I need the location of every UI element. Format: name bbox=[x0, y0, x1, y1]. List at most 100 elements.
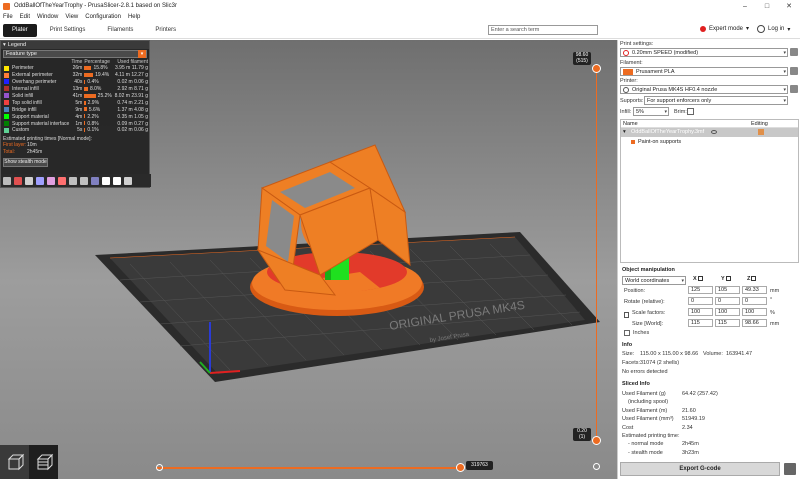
infill-combo[interactable]: 5% ▾ bbox=[633, 107, 669, 116]
size-z-input[interactable]: 98.66 bbox=[742, 319, 767, 327]
rotate-x-input[interactable]: 0 bbox=[688, 297, 713, 305]
moves-slider-thumb[interactable] bbox=[456, 463, 465, 472]
position-x-input[interactable]: 125 bbox=[688, 286, 713, 294]
menu-view[interactable]: View bbox=[65, 14, 78, 20]
legend-percentage: 25.2% bbox=[97, 93, 112, 99]
scale-z-input[interactable]: 100 bbox=[742, 308, 767, 316]
lock-icon[interactable] bbox=[624, 312, 629, 318]
menu-edit[interactable]: Edit bbox=[20, 14, 30, 20]
wipe-icon[interactable] bbox=[14, 176, 22, 185]
position-z-input[interactable]: 49.33 bbox=[742, 286, 767, 294]
layer-slider-top-thumb[interactable] bbox=[592, 64, 601, 73]
legend-row[interactable]: Solid infill 41m 25.2% 8.02 m 23.91 g bbox=[3, 93, 149, 100]
edit-filament-icon[interactable] bbox=[790, 67, 798, 75]
tab-printers[interactable]: Printers bbox=[146, 24, 185, 37]
3d-view-button[interactable] bbox=[0, 445, 29, 479]
legend-row[interactable]: Perimeter 26m 15.8% 3.95 m 11.79 g bbox=[3, 65, 149, 72]
print-settings-combo[interactable]: 0.20mm SPEED (modified) ▾ bbox=[620, 48, 788, 57]
mode-selector[interactable]: Expert mode ▾ bbox=[700, 25, 749, 32]
legend-row[interactable]: Overhang perimeter 40s 0.4% 0.02 m 0.06 g bbox=[3, 79, 149, 86]
3d-viewport[interactable]: ORIGINAL PRUSA MK4S by Josef Prusa ▾ Leg… bbox=[0, 40, 617, 479]
legend-row[interactable]: Custom 5s 0.1% 0.02 m 0.06 g bbox=[3, 127, 149, 134]
legend-percentage: 2.2% bbox=[87, 113, 99, 120]
menu-configuration[interactable]: Configuration bbox=[85, 14, 121, 20]
size-x-input[interactable]: 115 bbox=[688, 319, 713, 327]
maximize-icon[interactable]: □ bbox=[756, 0, 778, 12]
scale-x-input[interactable]: 100 bbox=[688, 308, 713, 316]
axis-y-header: Y bbox=[721, 276, 731, 282]
object-row[interactable]: ▾ OddBallOfTheYearTrophy.3mf bbox=[621, 128, 798, 137]
inches-checkbox[interactable] bbox=[624, 330, 630, 336]
legend-percentage: 2.9% bbox=[87, 99, 100, 106]
menu-file[interactable]: File bbox=[3, 14, 13, 20]
rotate-z-input[interactable]: 0 bbox=[742, 297, 767, 305]
legend-row[interactable]: Top solid infill 5m 2.9% 0.74 m 2.21 g bbox=[3, 99, 149, 106]
login-button[interactable]: Log in ▾ bbox=[757, 25, 790, 33]
sliced-info-value: 3h23m bbox=[682, 449, 699, 456]
travel-icon[interactable] bbox=[3, 176, 11, 185]
legend-swatch bbox=[4, 65, 9, 71]
retractions-icon[interactable] bbox=[25, 176, 33, 185]
layer-slider-track[interactable] bbox=[596, 68, 597, 436]
menu-help[interactable]: Help bbox=[128, 14, 140, 20]
edit-icon[interactable] bbox=[758, 129, 764, 135]
legend-row[interactable]: External perimeter 32m 19.4% 4.11 m 12.27 g bbox=[3, 72, 149, 79]
legend-header[interactable]: ▾ Legend bbox=[1, 41, 149, 49]
col-name: Name bbox=[623, 121, 638, 127]
pause-prints-icon[interactable] bbox=[80, 176, 88, 185]
settings-cog-icon[interactable] bbox=[593, 463, 600, 470]
menu-window[interactable]: Window bbox=[37, 14, 58, 20]
moves-slider-settings-icon[interactable] bbox=[156, 464, 163, 471]
close-icon[interactable]: ✕ bbox=[778, 0, 800, 12]
tab-print-settings[interactable]: Print Settings bbox=[41, 24, 95, 37]
show-stealth-mode-button[interactable]: Show stealth mode bbox=[3, 157, 48, 167]
layer-slider-bottom-label: 0.20 (1) bbox=[573, 428, 591, 441]
edit-printer-icon[interactable] bbox=[790, 85, 798, 93]
export-gcode-button[interactable]: Export G-code bbox=[620, 462, 780, 476]
legend-row[interactable]: Support material 4m 2.2% 0.35 m 1.05 g bbox=[3, 113, 149, 120]
moves-slider-track[interactable] bbox=[156, 467, 460, 469]
coordinates-combo[interactable]: World coordinates ▾ bbox=[622, 276, 686, 285]
tool-marker-icon[interactable] bbox=[124, 176, 132, 185]
legend-weight: 0.27 g bbox=[134, 120, 148, 127]
search-input[interactable]: Enter a search term bbox=[488, 25, 598, 35]
color-changes-icon[interactable] bbox=[69, 176, 77, 185]
edit-preset-icon[interactable] bbox=[790, 48, 798, 56]
position-y-input[interactable]: 105 bbox=[715, 286, 740, 294]
moves-slider-label: 319763 bbox=[466, 461, 493, 470]
shells-icon[interactable] bbox=[113, 176, 121, 185]
printer-combo[interactable]: Original Prusa MK4S HF0.4 nozzle ▾ bbox=[620, 85, 788, 94]
legend-row[interactable]: Internal infill 13m 8.0% 2.92 m 8.71 g bbox=[3, 86, 149, 93]
tool-changes-icon[interactable] bbox=[58, 176, 66, 185]
supports-combo[interactable]: For support enforcers only ▾ bbox=[644, 96, 788, 105]
legend-time: 9m bbox=[75, 106, 83, 113]
tab-plater[interactable]: Plater bbox=[3, 23, 37, 37]
sliced-info-value: 2.34 bbox=[682, 424, 693, 431]
seams-icon[interactable] bbox=[47, 176, 55, 185]
axis-z-header: Z bbox=[747, 276, 757, 282]
preview-button[interactable] bbox=[29, 445, 58, 479]
tab-filaments[interactable]: Filaments bbox=[98, 24, 142, 37]
legend-row[interactable]: Bridge infill 9m 5.6% 1.37 m 4.08 g bbox=[3, 106, 149, 113]
legend-time: 5m bbox=[75, 99, 83, 106]
eye-icon[interactable] bbox=[711, 130, 717, 134]
sliced-info-key: Cost bbox=[622, 424, 634, 431]
legend-percentage-bar bbox=[84, 66, 92, 71]
legend-feature-name: Perimeter bbox=[12, 65, 34, 72]
minimize-icon[interactable]: – bbox=[734, 0, 756, 12]
sliced-info-title: Sliced Info bbox=[622, 381, 650, 387]
paint-supports-icon bbox=[631, 140, 635, 144]
custom-gcodes-icon[interactable] bbox=[91, 176, 99, 185]
feature-type-select[interactable]: Feature type ▾ bbox=[3, 50, 147, 58]
scale-y-input[interactable]: 100 bbox=[715, 308, 740, 316]
sd-card-icon[interactable] bbox=[784, 463, 796, 475]
center-of-gravity-icon[interactable] bbox=[102, 176, 110, 185]
size-y-input[interactable]: 115 bbox=[715, 319, 740, 327]
layer-slider-bottom-thumb[interactable] bbox=[592, 436, 601, 445]
rotate-y-input[interactable]: 0 bbox=[715, 297, 740, 305]
object-child-row[interactable]: Paint-on supports bbox=[621, 137, 798, 146]
deretractions-icon[interactable] bbox=[36, 176, 44, 185]
legend-row[interactable]: Support material interface 1m 0.8% 0.09 m 0… bbox=[3, 120, 149, 127]
brim-checkbox[interactable] bbox=[687, 108, 694, 115]
filament-combo[interactable]: Prusament PLA ▾ bbox=[620, 67, 788, 76]
